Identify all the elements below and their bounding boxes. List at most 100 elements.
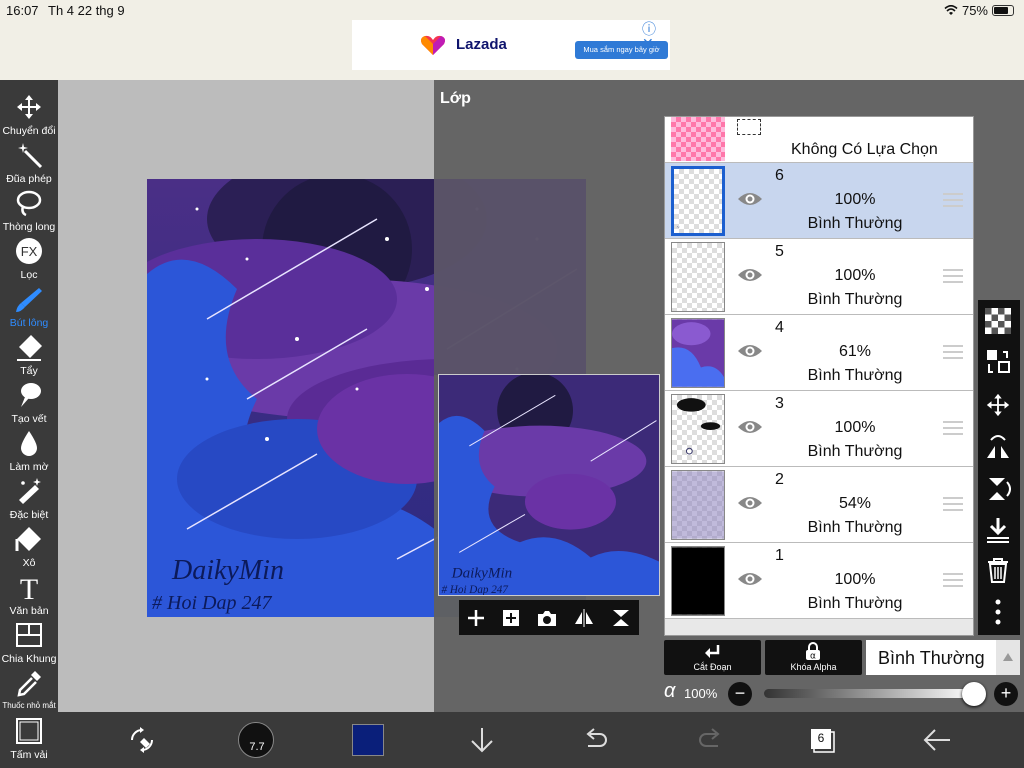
opacity-increase-button[interactable]: + <box>994 682 1018 706</box>
drag-handle-icon[interactable] <box>943 421 963 435</box>
layer-blend-mode: Bình Thường <box>807 367 903 384</box>
lasso-icon <box>16 190 42 217</box>
opacity-value: 100% <box>684 686 718 701</box>
layer-row[interactable]: 4 61% Bình Thường <box>665 315 973 391</box>
opacity-decrease-button[interactable]: − <box>728 682 752 706</box>
lock-icon: α <box>806 642 820 660</box>
layer-number: 5 <box>775 243 784 260</box>
tool-magic-wand[interactable]: Đũa phép <box>0 136 58 185</box>
drag-handle-icon[interactable] <box>943 269 963 283</box>
blend-mode-dropdown[interactable] <box>996 640 1020 675</box>
tool-blur[interactable]: Làm mờ <box>0 424 58 473</box>
tool-lasso[interactable]: Thòng long <box>0 184 58 233</box>
ad-close-icon[interactable]: ⓘ ✕ <box>642 22 670 50</box>
tool-text[interactable]: T Văn bản <box>0 568 58 617</box>
tool-smudge[interactable]: Tạo vết <box>0 376 58 425</box>
drag-handle-icon[interactable] <box>943 193 963 207</box>
layer-opacity: 61% <box>838 343 872 360</box>
opacity-slider-handle[interactable] <box>962 682 986 706</box>
clipping-button[interactable]: Cắt Đoạn <box>664 640 761 675</box>
visibility-eye-icon[interactable] <box>737 495 763 511</box>
layer-blend-mode: Bình Thường <box>807 443 903 460</box>
transform-layer-icon[interactable] <box>985 348 1011 376</box>
fill-bucket-icon <box>15 527 41 551</box>
tool-frame-divider[interactable]: Chia Khung <box>0 616 58 665</box>
undo-icon[interactable] <box>582 726 610 754</box>
tool-canvas[interactable]: Tấm vải <box>0 712 58 761</box>
layer-thumbnail <box>671 394 725 464</box>
clipping-label: Cắt Đoạn <box>693 662 732 672</box>
layer-opacity: 100% <box>834 571 876 588</box>
tool-brush[interactable]: Bút lông <box>0 280 58 329</box>
more-options-icon[interactable] <box>985 598 1011 626</box>
flip-vertical-icon[interactable] <box>985 474 1011 504</box>
visibility-eye-icon[interactable] <box>737 267 763 283</box>
tool-filter[interactable]: FX Lọc <box>0 232 58 281</box>
layer-row[interactable]: 3 100% Bình Thường <box>665 391 973 467</box>
layer-row[interactable]: 1 100% Bình Thường <box>665 543 973 619</box>
transform-selection-icon[interactable] <box>128 726 156 754</box>
opacity-row: α 100% − + <box>664 680 1020 708</box>
visibility-eye-icon[interactable] <box>737 343 763 359</box>
visibility-eye-icon[interactable] <box>737 419 763 435</box>
layer-number: 6 <box>775 167 784 184</box>
layer-row[interactable]: ~6 100% Bình Thường <box>665 163 973 239</box>
layers-count-button[interactable]: 6 <box>808 726 838 756</box>
flip-horizontal-icon[interactable] <box>573 608 595 628</box>
merge-down-icon[interactable] <box>985 516 1011 544</box>
add-layer-icon[interactable] <box>466 608 486 628</box>
bottom-bar: 7.7 6 <box>58 712 1024 768</box>
status-date: Th 4 22 thg 9 <box>48 3 125 18</box>
tool-special[interactable]: Đặc biệt <box>0 472 58 521</box>
svg-text:~: ~ <box>677 225 680 231</box>
magic-wand-icon <box>18 143 43 169</box>
layer-row[interactable]: 2 54% Bình Thường <box>665 467 973 543</box>
opacity-slider[interactable] <box>764 689 974 698</box>
checkerboard-icon[interactable] <box>985 308 1011 334</box>
tool-eraser[interactable]: Tẩy <box>0 328 58 377</box>
alpha-lock-button[interactable]: α Khóa Alpha <box>765 640 862 675</box>
wifi-icon <box>944 5 958 15</box>
visibility-eye-icon[interactable] <box>737 191 763 207</box>
flip-horizontal-icon[interactable] <box>985 432 1011 462</box>
tool-bucket[interactable]: Xô <box>0 520 58 569</box>
alpha-lock-label: Khóa Alpha <box>790 662 837 672</box>
blur-drop-icon <box>21 431 37 456</box>
ad-banner[interactable]: Lazada Mua sắm ngay bây giờ ⓘ ✕ <box>352 20 670 70</box>
camera-icon[interactable] <box>536 608 558 628</box>
layer-thumbnail <box>671 546 725 616</box>
layer-blend-mode: Bình Thường <box>807 291 903 308</box>
smudge-icon <box>21 383 41 407</box>
arrow-down-icon[interactable] <box>468 726 496 754</box>
flip-vertical-icon[interactable] <box>610 608 632 628</box>
signature-name: DaikyMin <box>171 555 284 586</box>
color-swatch[interactable] <box>352 724 384 756</box>
panel-title: Lớp <box>440 90 471 107</box>
brush-size-button[interactable]: 7.7 <box>238 722 274 758</box>
tool-eyedropper[interactable]: Thuốc nhỏ mắt <box>0 664 58 712</box>
layer-opacity: 100% <box>834 419 876 436</box>
layer-row[interactable]: 5 100% Bình Thường <box>665 239 973 315</box>
preview-image: DaikyMin # Hoi Dap 247 <box>439 375 659 595</box>
duplicate-layer-icon[interactable] <box>501 608 521 628</box>
text-icon: T <box>20 573 38 601</box>
move-layer-icon[interactable] <box>985 392 1011 418</box>
drag-handle-icon[interactable] <box>943 497 963 511</box>
svg-text:T: T <box>20 573 38 601</box>
fx-filter-icon: FX <box>16 238 42 264</box>
drag-handle-icon[interactable] <box>943 573 963 587</box>
layer-number: 4 <box>775 319 784 336</box>
blend-mode-select[interactable]: Bình Thường <box>866 640 996 675</box>
redo-icon[interactable] <box>696 726 724 754</box>
layer-thumbnail <box>671 318 725 388</box>
back-arrow-icon[interactable] <box>922 726 952 754</box>
tool-move[interactable]: Chuyển đổi <box>0 88 58 137</box>
tool-label: Tấm vải <box>10 749 48 761</box>
clipping-arrow-icon <box>705 645 720 658</box>
layer-action-bar <box>459 600 639 635</box>
frame-divider-icon <box>16 623 42 647</box>
trash-icon[interactable] <box>985 556 1011 584</box>
drag-handle-icon[interactable] <box>943 345 963 359</box>
visibility-eye-icon[interactable] <box>737 571 763 587</box>
selection-layer-row[interactable]: Không Có Lựa Chọn <box>665 117 973 163</box>
